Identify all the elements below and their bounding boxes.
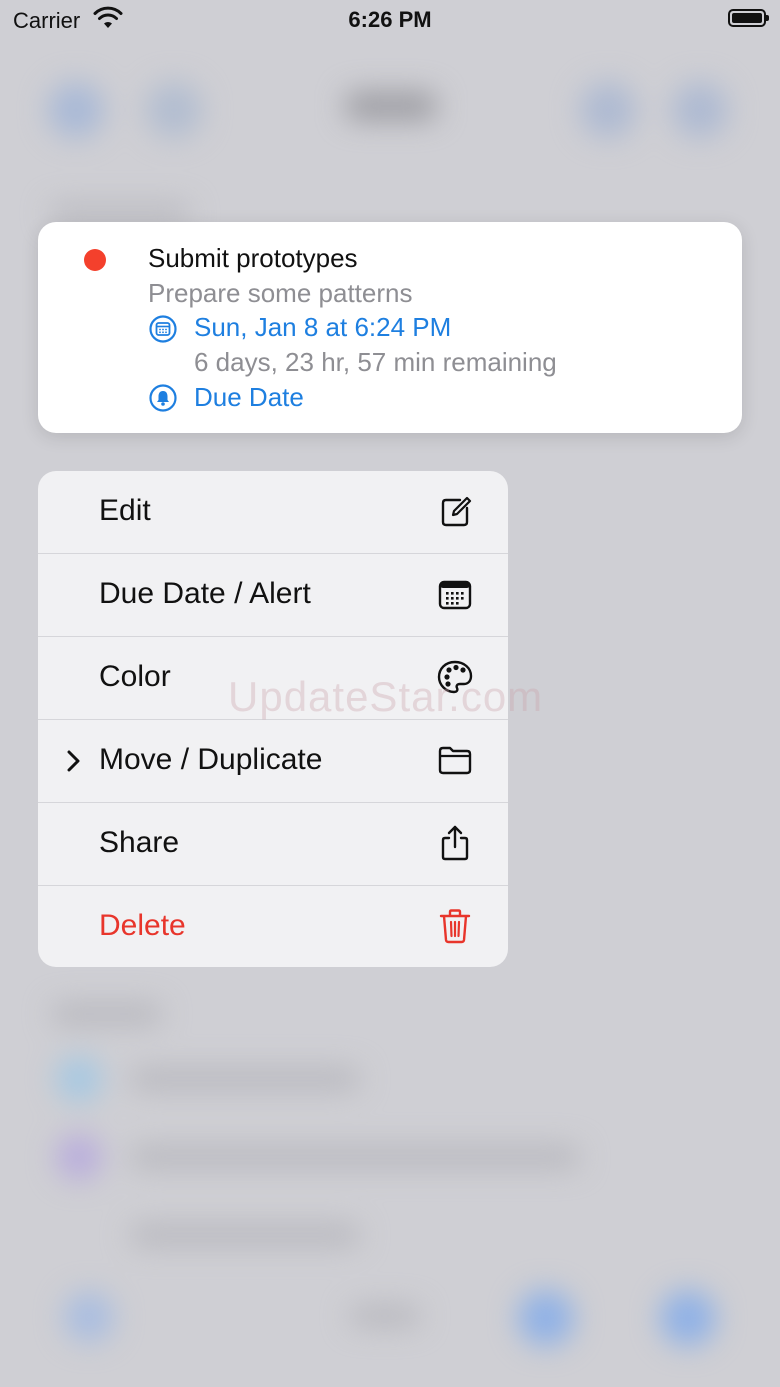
task-remaining: 6 days, 23 hr, 57 min remaining bbox=[194, 347, 557, 377]
menu-item-label: Delete bbox=[99, 909, 186, 942]
watermark: UpdateStar.com bbox=[228, 673, 544, 720]
calendar-circle-icon bbox=[149, 315, 177, 343]
task-notes: Prepare some patterns bbox=[148, 278, 413, 308]
menu-item-edit[interactable]: Edit bbox=[38, 471, 508, 554]
status-bar: Carrier 6:26 PM bbox=[0, 0, 780, 40]
chevron-right-icon bbox=[67, 750, 80, 772]
calendar-icon bbox=[438, 580, 472, 610]
edit-icon bbox=[441, 496, 472, 527]
menu-item-label: Share bbox=[99, 826, 180, 859]
menu-item-label: Move / Duplicate bbox=[99, 743, 323, 776]
share-icon bbox=[441, 825, 469, 861]
menu-item-share[interactable]: Share bbox=[38, 803, 508, 886]
task-color-dot bbox=[84, 249, 106, 271]
bell-circle-icon bbox=[149, 384, 177, 412]
task-due-date: Sun, Jan 8 at 6:24 PM bbox=[194, 312, 452, 342]
menu-item-due-date-alert[interactable]: Due Date / Alert bbox=[38, 554, 508, 637]
menu-item-move-duplicate[interactable]: Move / Duplicate bbox=[38, 720, 508, 803]
menu-item-delete[interactable]: Delete bbox=[38, 886, 508, 967]
task-title: Submit prototypes bbox=[148, 243, 358, 273]
battery-icon bbox=[728, 9, 769, 27]
folder-icon bbox=[438, 746, 472, 775]
trash-icon bbox=[439, 909, 471, 944]
menu-item-label: Edit bbox=[99, 494, 151, 527]
task-alert: Due Date bbox=[194, 382, 304, 412]
task-preview-card: Submit prototypes Prepare some patterns … bbox=[38, 222, 742, 433]
menu-item-label: Color bbox=[99, 660, 171, 693]
status-time: 6:26 PM bbox=[348, 7, 432, 32]
menu-item-label: Due Date / Alert bbox=[99, 577, 311, 610]
